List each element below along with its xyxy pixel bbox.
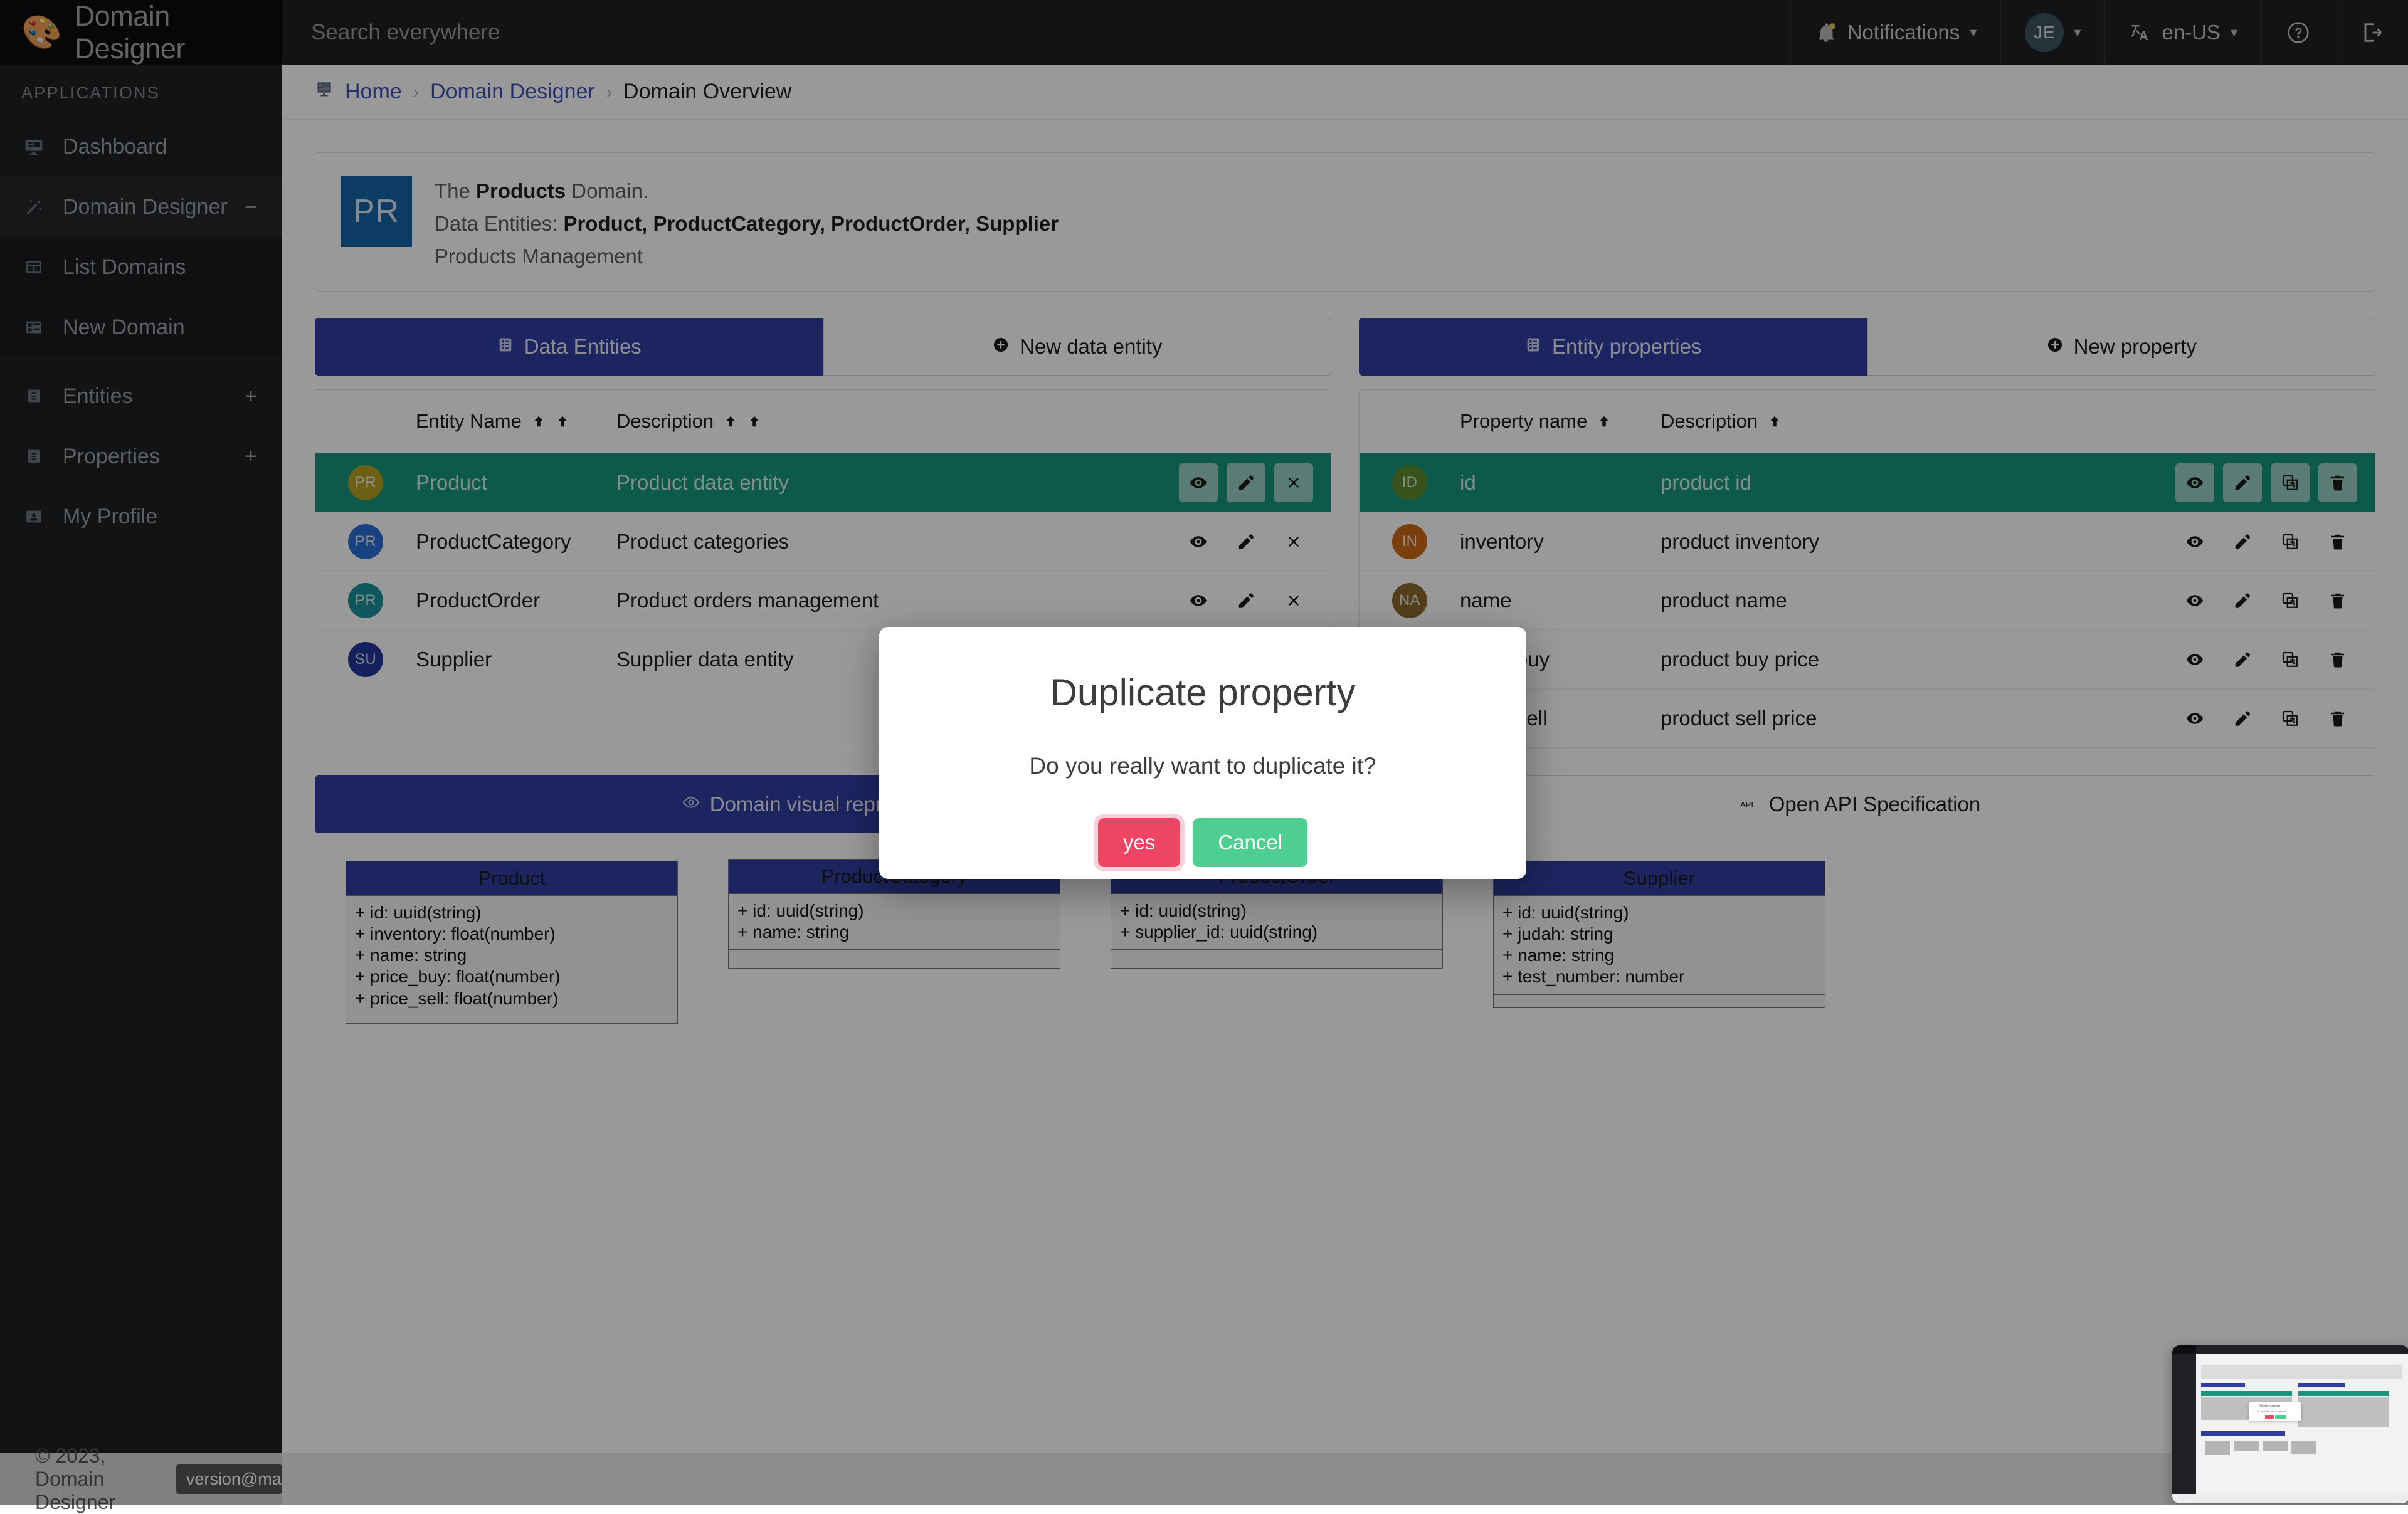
preview-uml-3 — [2263, 1441, 2288, 1451]
preview-bottom-tab — [2201, 1431, 2285, 1436]
dialog-actions: yes Cancel — [1097, 818, 1308, 867]
preview-dialog-title: Delete property — [2259, 1404, 2281, 1408]
preview-selected-row-left — [2201, 1391, 2292, 1396]
preview-footer — [2172, 1494, 2408, 1503]
cancel-button[interactable]: Cancel — [1193, 818, 1308, 867]
preview-main: Delete property Do you really want to de… — [2196, 1354, 2408, 1494]
preview-tab-left — [2201, 1383, 2245, 1387]
preview-card: Delete property Do you really want to de… — [2172, 1345, 2408, 1503]
preview-topbar — [2172, 1345, 2408, 1354]
preview-sidebar — [2172, 1354, 2196, 1494]
dialog-message: Do you really want to duplicate it? — [1029, 753, 1376, 779]
preview-dialog-message: Do you really want to delete it? — [2257, 1410, 2287, 1412]
dialog-title: Duplicate property — [1050, 671, 1356, 713]
preview-domain-card — [2201, 1365, 2402, 1379]
preview-uml-1 — [2205, 1441, 2230, 1455]
preview-body: Delete property Do you really want to de… — [2172, 1354, 2408, 1494]
preview-dialog-cancel — [2275, 1415, 2286, 1419]
confirm-yes-button[interactable]: yes — [1097, 818, 1181, 867]
preview-uml-2 — [2234, 1441, 2259, 1451]
preview-dialog-yes — [2265, 1415, 2274, 1419]
preview-selected-row-right — [2298, 1391, 2389, 1396]
preview-dialog: Delete property Do you really want to de… — [2249, 1402, 2301, 1421]
screenshot-preview-thumbnail[interactable]: Delete property Do you really want to de… — [2163, 1335, 2408, 1505]
preview-rows-right — [2298, 1397, 2389, 1427]
preview-uml-4 — [2291, 1441, 2316, 1454]
preview-tab-right — [2298, 1383, 2345, 1387]
preview-brand — [2172, 1345, 2196, 1354]
duplicate-property-dialog: Duplicate property Do you really want to… — [879, 627, 1526, 879]
